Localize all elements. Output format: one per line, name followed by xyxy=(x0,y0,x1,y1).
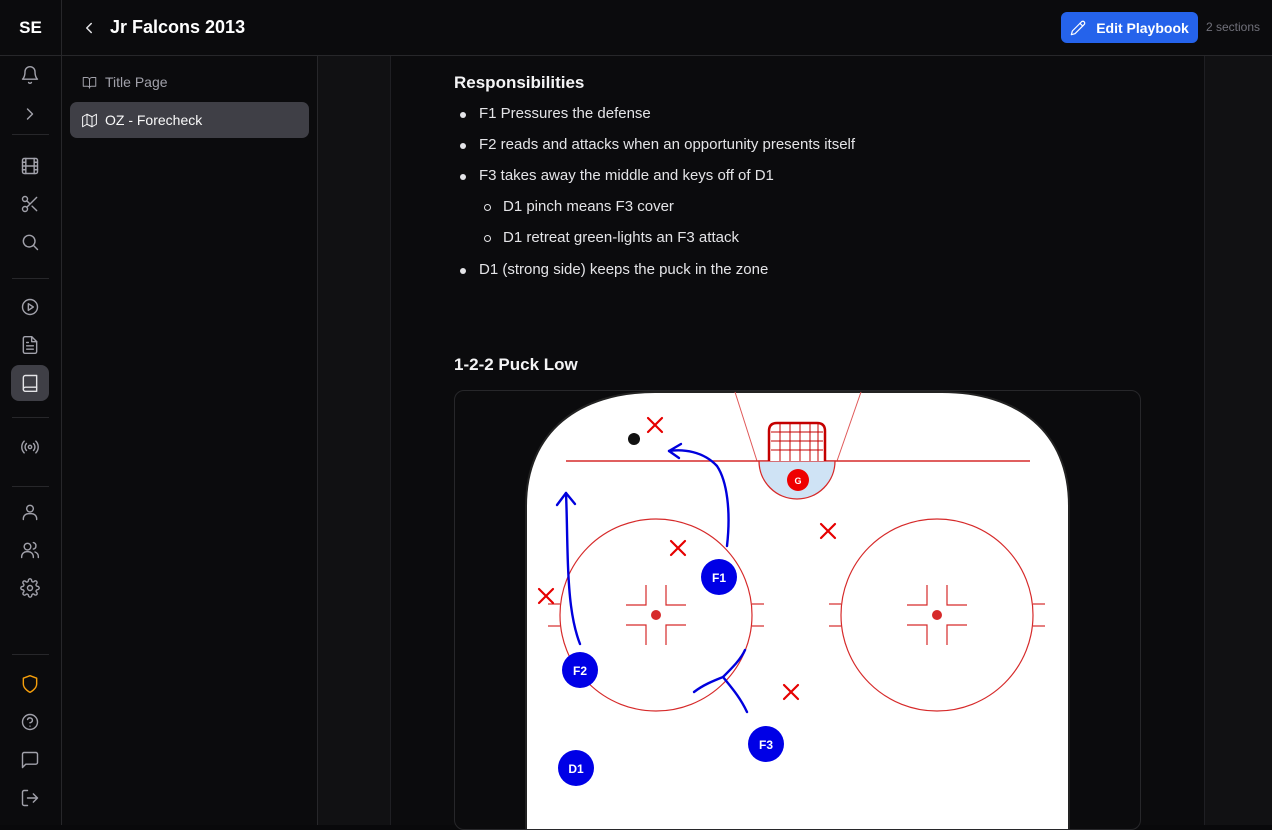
diagram-heading: 1-2-2 Puck Low xyxy=(454,355,578,374)
rail-divider xyxy=(12,278,49,279)
book-open-icon xyxy=(82,76,97,89)
sub-list-item: D1 retreat green-lights an F3 attack xyxy=(484,229,739,246)
edit-playbook-button[interactable]: Edit Playbook xyxy=(1061,12,1198,43)
main-content: Responsibilities F1 Pressures the defens… xyxy=(318,56,1272,830)
goalie-label: G xyxy=(794,476,801,486)
shield-icon[interactable] xyxy=(11,666,49,702)
responsibilities-heading: Responsibilities xyxy=(454,73,585,92)
rail-divider xyxy=(12,486,49,487)
player-f2[interactable]: F2 xyxy=(562,652,598,688)
list-item: D1 (strong side) keeps the puck in the z… xyxy=(460,261,768,278)
page-title: Jr Falcons 2013 xyxy=(110,17,246,37)
users-icon[interactable] xyxy=(11,532,49,568)
sub-list-item: D1 pinch means F3 cover xyxy=(484,198,674,215)
back-button[interactable] xyxy=(78,16,100,40)
rink-svg: G F1 F2 F3 D1 xyxy=(525,391,1070,829)
section-sidebar: Title Page OZ - Forecheck xyxy=(62,56,318,825)
top-bar: Jr Falcons 2013 Edit Playbook 2 sections xyxy=(62,0,1272,56)
log-out-icon[interactable] xyxy=(11,780,49,816)
pencil-icon xyxy=(1070,20,1086,35)
section-count: 2 sections xyxy=(1206,20,1261,34)
goal-net xyxy=(767,421,827,461)
book-icon[interactable] xyxy=(11,365,49,401)
svg-text:F3: F3 xyxy=(759,738,773,752)
film-icon[interactable] xyxy=(11,148,49,184)
list-item: F1 Pressures the defense xyxy=(460,105,651,122)
player-d1[interactable]: D1 xyxy=(558,750,594,786)
nav-rail: SE xyxy=(0,0,62,825)
app-logo[interactable]: SE xyxy=(0,0,61,56)
help-circle-icon[interactable] xyxy=(11,704,49,740)
list-item: F3 takes away the middle and keys off of… xyxy=(460,167,774,184)
sidebar-item-label: OZ - Forecheck xyxy=(105,112,203,128)
sidebar-item-title-page[interactable]: Title Page xyxy=(70,64,309,100)
rink-diagram: G F1 F2 F3 D1 xyxy=(454,390,1141,830)
map-icon xyxy=(82,113,97,127)
faceoff-dot xyxy=(651,610,661,620)
svg-text:D1: D1 xyxy=(568,762,584,776)
rail-divider xyxy=(12,134,49,135)
rail-divider xyxy=(12,417,49,418)
scissors-icon[interactable] xyxy=(11,186,49,222)
play-circle-icon[interactable] xyxy=(11,289,49,325)
player-f1[interactable]: F1 xyxy=(701,559,737,595)
message-square-icon[interactable] xyxy=(11,742,49,778)
rail-divider xyxy=(12,654,49,655)
player-f3[interactable]: F3 xyxy=(748,726,784,762)
document-page: Responsibilities F1 Pressures the defens… xyxy=(390,56,1205,830)
chevron-right-icon[interactable] xyxy=(11,96,49,132)
sidebar-item-oz-forecheck[interactable]: OZ - Forecheck xyxy=(70,102,309,138)
faceoff-dot xyxy=(932,610,942,620)
user-icon[interactable] xyxy=(11,494,49,530)
edit-playbook-label: Edit Playbook xyxy=(1096,19,1189,36)
chevron-left-icon xyxy=(86,22,92,34)
sidebar-item-label: Title Page xyxy=(105,74,168,90)
search-icon[interactable] xyxy=(11,224,49,260)
puck xyxy=(628,433,640,445)
file-text-icon[interactable] xyxy=(11,327,49,363)
svg-text:F2: F2 xyxy=(573,664,587,678)
broadcast-icon[interactable] xyxy=(11,429,49,465)
bell-icon[interactable] xyxy=(11,57,49,93)
list-item: F2 reads and attacks when an opportunity… xyxy=(460,136,855,153)
svg-text:F1: F1 xyxy=(712,571,726,585)
settings-icon[interactable] xyxy=(11,570,49,606)
